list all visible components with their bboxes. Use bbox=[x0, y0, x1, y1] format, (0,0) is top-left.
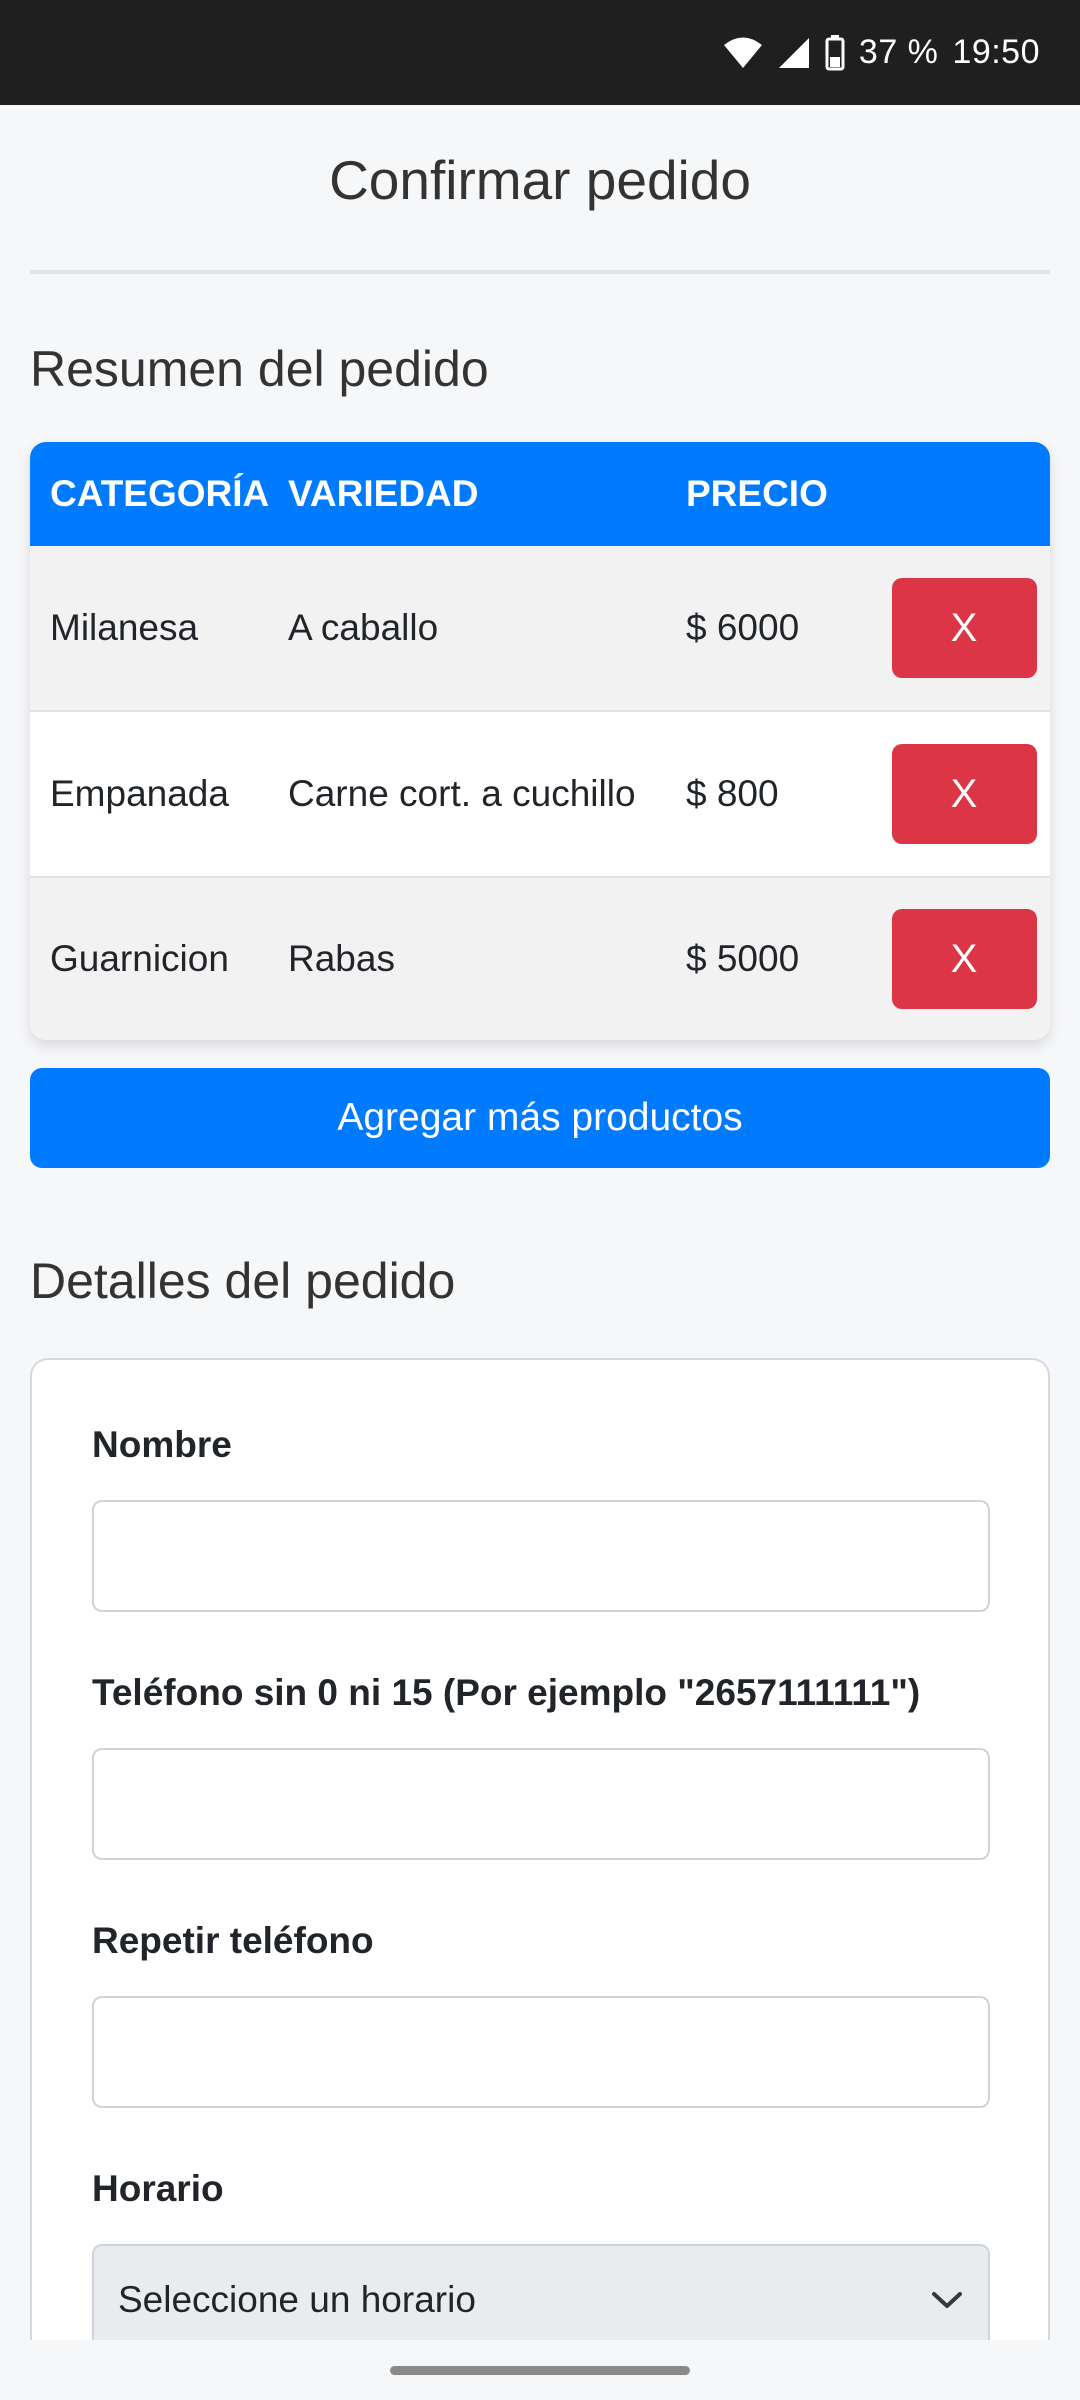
summary-title: Resumen del pedido bbox=[30, 341, 489, 397]
row-variety: A caballo bbox=[288, 607, 439, 648]
add-more-products-button[interactable]: Agregar más productos bbox=[30, 1068, 1050, 1168]
phone-input[interactable] bbox=[92, 1748, 990, 1860]
row-action-cell: X bbox=[866, 578, 1050, 678]
page-content: Confirmar pedido Resumen del pedido CATE… bbox=[30, 105, 1050, 2358]
remove-item-button[interactable]: X bbox=[891, 578, 1037, 678]
status-bar: 37 % 19:50 bbox=[0, 0, 1080, 105]
name-label: Nombre bbox=[92, 1424, 232, 1465]
schedule-label: Horario bbox=[92, 2168, 224, 2209]
row-price: $ 5000 bbox=[686, 938, 800, 979]
repeat-phone-label: Repetir teléfono bbox=[92, 1920, 374, 1961]
schedule-selected-value: Seleccione un horario bbox=[118, 2279, 476, 2320]
home-gesture-handle[interactable] bbox=[390, 2365, 690, 2375]
row-action-cell: X bbox=[866, 909, 1050, 1009]
table-header: CATEGORÍA VARIEDAD PRECIO bbox=[30, 442, 1050, 546]
order-details-form: Nombre Teléfono sin 0 ni 15 (Por ejemplo… bbox=[30, 1358, 1050, 2358]
row-variety: Carne cort. a cuchillo bbox=[288, 773, 636, 814]
repeat-phone-input[interactable] bbox=[92, 1996, 990, 2108]
table-row: Guarnicion Rabas $ 5000 X bbox=[30, 876, 1050, 1040]
table-row: Milanesa A caballo $ 6000 X bbox=[30, 546, 1050, 710]
order-summary-table: CATEGORÍA VARIEDAD PRECIO Milanesa A cab… bbox=[30, 442, 1050, 1040]
details-title: Detalles del pedido bbox=[30, 1253, 456, 1309]
wifi-icon bbox=[723, 37, 762, 68]
row-variety: Rabas bbox=[288, 938, 395, 979]
row-action-cell: X bbox=[866, 744, 1050, 844]
phone-label: Teléfono sin 0 ni 15 (Por ejemplo "26571… bbox=[92, 1672, 921, 1713]
row-category: Milanesa bbox=[50, 607, 199, 648]
column-header-variety: VARIEDAD bbox=[288, 473, 479, 514]
row-category: Guarnicion bbox=[50, 938, 229, 979]
row-category: Empanada bbox=[50, 773, 229, 814]
column-header-price: PRECIO bbox=[686, 473, 828, 514]
column-header-category: CATEGORÍA bbox=[50, 473, 270, 514]
name-input[interactable] bbox=[92, 1500, 990, 1612]
navigation-bar bbox=[0, 2340, 1080, 2400]
remove-item-button[interactable]: X bbox=[891, 909, 1037, 1009]
clock: 19:50 bbox=[952, 33, 1040, 71]
chevron-down-icon bbox=[932, 2292, 962, 2308]
remove-item-button[interactable]: X bbox=[891, 744, 1037, 844]
battery-percentage: 37 % bbox=[858, 33, 939, 71]
signal-icon bbox=[778, 37, 809, 68]
row-price: $ 6000 bbox=[686, 607, 800, 648]
table-row: Empanada Carne cort. a cuchillo $ 800 X bbox=[30, 710, 1050, 876]
title-divider bbox=[30, 270, 1050, 274]
row-price: $ 800 bbox=[686, 773, 779, 814]
page-title: Confirmar pedido bbox=[329, 149, 751, 211]
battery-icon bbox=[825, 34, 845, 70]
